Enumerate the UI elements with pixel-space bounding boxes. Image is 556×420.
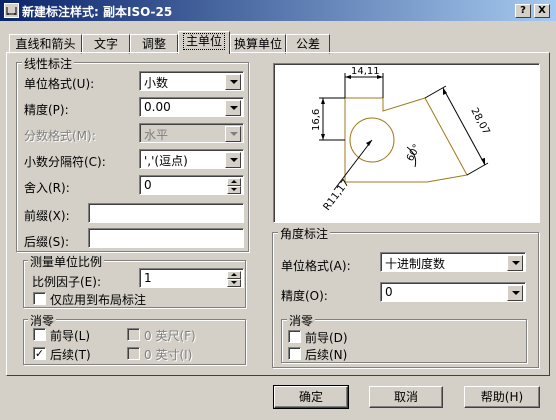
angular-precision-label: 精度(O): [281,289,328,303]
layout-only-checkbox[interactable] [33,292,46,305]
fraction-format-label: 分数格式(M): [24,129,96,143]
scale-factor-spinner[interactable]: 1 [139,268,244,288]
precision-label: 精度(P): [24,103,69,117]
preview-dim-radius: R11,17 [322,178,352,213]
zero-feet-checkbox [127,328,140,341]
help-title-button[interactable]: ? [515,4,531,18]
linear-group-title: 线性标注 [22,55,75,72]
unit-format-select[interactable]: 小数 [139,71,244,91]
angular-leading-zero-checkbox[interactable] [288,330,301,343]
tab-lines-arrows[interactable]: 直线和箭头 [9,34,82,54]
window-title: 新建标注样式: 副本ISO-25 [22,5,173,19]
chevron-down-icon[interactable] [507,255,523,271]
suffix-label: 后缀(S): [24,235,70,249]
dimension-style-icon [4,3,19,18]
leading-zero-label: 前导(L) [50,329,91,343]
prefix-input[interactable] [88,203,244,223]
preview-dimension-lines [319,73,489,191]
preview-dim-top: 14,11 [351,66,380,77]
scale-factor-label: 比例因子(E): [32,275,101,289]
angular-unit-format-label: 单位格式(A): [281,259,351,273]
tab-fit[interactable]: 调整 [130,34,178,54]
preview-dim-angle: 60° [405,143,423,164]
trailing-zero-checkbox[interactable]: ✓ [33,347,46,360]
angular-leading-zero-label: 前导(D) [305,331,348,345]
tab-primary-units-label: 主单位 [182,33,225,50]
title-bar: 新建标注样式: 副本ISO-25 ? X [0,0,556,21]
unit-format-label: 单位格式(U): [24,77,95,91]
decimal-separator-value: ','(逗点) [144,154,188,168]
chevron-down-icon[interactable] [225,100,241,116]
ok-button[interactable]: 确定 [273,385,349,409]
angular-trailing-zero-label: 后续(N) [305,348,348,362]
preview-dim-right: 28,07 [468,106,491,136]
zero-inches-checkbox [127,347,140,360]
spin-down-icon[interactable] [227,279,241,287]
spin-down-icon[interactable] [227,186,241,194]
tab-primary-units[interactable]: 主单位 [178,31,230,54]
precision-value: 0.00 [144,100,171,114]
angular-unit-format-select[interactable]: 十进制度数 [380,252,526,272]
measurement-scale-title: 测量单位比例 [28,253,105,270]
round-off-value: 0 [144,178,152,192]
angular-precision-select[interactable]: 0 [380,282,526,302]
fraction-format-value: 水平 [144,128,169,142]
round-off-spinner[interactable]: 0 [139,175,244,195]
zero-feet-label: 0 英尺(F) [144,329,196,343]
chevron-down-icon[interactable] [507,285,523,301]
cancel-button[interactable]: 取消 [369,386,443,408]
angular-precision-value: 0 [385,285,393,299]
precision-select[interactable]: 0.00 [139,97,244,117]
tab-alternate-units[interactable]: 换算单位 [230,34,286,54]
decimal-separator-label: 小数分隔符(C): [24,155,106,169]
leading-zero-checkbox[interactable] [33,328,46,341]
preview-pane: 14,11 16,6 28,07 60° R11,17 [273,63,540,223]
tab-tolerances[interactable]: 公差 [286,34,330,54]
spin-up-icon[interactable] [227,178,241,186]
fraction-format-select: 水平 [139,123,244,143]
angular-unit-format-value: 十进制度数 [385,257,446,271]
preview-geometry [344,97,468,183]
chevron-down-icon[interactable] [225,152,241,168]
chevron-down-icon [225,126,241,142]
scale-factor-value: 1 [144,271,152,285]
angular-group-title: 角度标注 [278,225,331,242]
round-off-label: 舍入(R): [24,181,70,195]
layout-only-label: 仅应用到布局标注 [50,293,147,307]
unit-format-value: 小数 [144,76,169,90]
chevron-down-icon[interactable] [225,74,241,90]
trailing-zero-label: 后续(T) [50,348,91,362]
dimension-preview-drawing: 14,11 16,6 28,07 60° R11,17 [311,66,492,213]
suffix-input[interactable] [88,228,244,248]
help-button[interactable]: 帮助(H) [464,386,540,408]
spin-up-icon[interactable] [227,271,241,279]
prefix-label: 前缀(X): [24,209,70,223]
checkmark-icon: ✓ [34,347,45,360]
angular-trailing-zero-checkbox[interactable] [288,347,301,360]
zero-inches-label: 0 英寸(I) [144,348,193,362]
decimal-separator-select[interactable]: ','(逗点) [139,149,244,169]
close-button[interactable]: X [534,4,550,18]
preview-dim-left: 16,6 [311,109,322,131]
tab-text[interactable]: 文字 [82,34,130,54]
zero-suppression-angular-title: 消零 [287,312,316,329]
